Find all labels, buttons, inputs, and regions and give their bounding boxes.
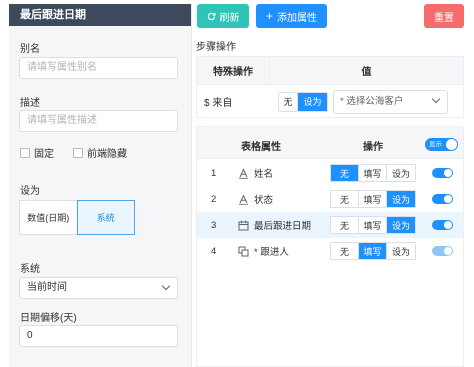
head-attr: 表格属性 [241,142,281,153]
op-group: 无 填写 设为 [330,242,416,260]
fixed-checkbox[interactable]: 固定 [20,145,54,160]
head-special: 特殊操作 [197,57,270,84]
refresh-icon [207,12,216,20]
refresh-label: 刷新 [219,12,240,24]
property-table-header: 表格属性 操作 显示 [197,127,463,159]
row-name: 状态 [254,195,274,206]
visibility-toggle[interactable] [432,220,453,230]
table-row: 1 姓名 无 填写 设为 [197,160,463,186]
row-name: 姓名 [254,169,274,180]
text-icon [237,193,249,205]
desc-label: 描述 [20,98,40,109]
from-set-button[interactable]: 设为 [298,92,327,111]
hide-checkbox[interactable]: 前端隐藏 [73,145,127,160]
fixed-checkbox-box[interactable] [20,147,30,158]
offset-label: 日期偏移(天) [20,313,77,324]
head-op: 操作 [363,142,383,153]
property-editor-panel: 最后跟进日期 别名 请填写属性别名 描述 请填写属性描述 固定 前端隐藏 设为 … [9,4,192,367]
table-row: 3 最后跟进日期 无 填写 设为 [197,212,463,238]
from-label: $ 来自 [204,98,233,109]
hide-checkbox-box[interactable] [73,147,83,158]
chevron-down-icon [161,281,171,291]
special-op-table: 特殊操作 值 $ 来自 无 设为 * 选择公海客户 [196,56,464,118]
offset-input[interactable]: 0 [19,325,178,347]
row-number: 4 [211,245,217,257]
op-set-button[interactable]: 设为 [387,191,415,207]
op-fill-button[interactable]: 填写 [359,243,387,259]
op-fill-button[interactable]: 填写 [359,191,387,207]
reset-button[interactable]: 重置 [424,4,464,28]
plus-icon: + [265,9,273,23]
op-set-button[interactable]: 设为 [387,243,415,259]
set-type-selector: 数值(日期) 系统 [19,200,135,235]
calendar-icon [237,219,249,231]
system-label: 系统 [20,264,40,275]
desc-input[interactable]: 请填写属性描述 [19,110,178,132]
from-toggle: 无 设为 [278,91,328,112]
steps-title: 步骤操作 [196,42,236,53]
visibility-toggle[interactable] [432,194,453,204]
op-none-button[interactable]: 无 [331,243,359,259]
op-fill-button[interactable]: 填写 [359,217,387,233]
row-name: 最后跟进日期 [254,221,312,232]
op-set-button[interactable]: 设为 [387,165,415,181]
special-op-header: 特殊操作 值 [197,57,463,85]
op-group: 无 填写 设为 [330,216,416,234]
alias-input[interactable]: 请填写属性别名 [19,57,178,79]
fixed-checkbox-label: 固定 [34,149,54,160]
copy-icon [237,245,249,257]
show-all-toggle[interactable]: 显示 [425,138,458,151]
show-all-label: 显示 [429,141,442,148]
set-option-system[interactable]: 系统 [76,200,135,235]
visibility-toggle[interactable] [432,246,453,256]
op-none-button[interactable]: 无 [331,217,359,233]
set-label: 设为 [20,186,40,197]
row-number: 1 [211,167,217,179]
refresh-button[interactable]: 刷新 [197,4,249,28]
table-row: 2 状态 无 填写 设为 [197,186,463,212]
alias-label: 别名 [20,44,40,55]
from-none-button[interactable]: 无 [279,92,298,111]
pool-customer-select-value: * 选择公海客户 [340,95,404,107]
add-property-label: 添加属性 [277,12,317,24]
op-fill-button[interactable]: 填写 [359,165,387,181]
op-group: 无 填写 设为 [330,164,416,182]
head-value: 值 [361,67,372,78]
special-op-row: $ 来自 无 设为 * 选择公海客户 [197,85,463,118]
visibility-toggle[interactable] [432,168,453,178]
chevron-down-icon [431,94,441,103]
op-group: 无 填写 设为 [330,190,416,208]
table-row: 4 * 跟进人 无 填写 设为 [197,238,463,264]
op-none-button[interactable]: 无 [331,165,359,181]
row-number: 2 [211,193,217,205]
property-table: 表格属性 操作 显示 1 姓名 无 填写 设为 2 状态 无 填写 设为 3 最… [196,126,464,367]
op-set-button[interactable]: 设为 [387,217,415,233]
row-name: * 跟进人 [254,247,289,258]
op-none-button[interactable]: 无 [331,191,359,207]
row-number: 3 [211,219,217,231]
system-select-value: 当前时间 [27,282,67,293]
pool-customer-select[interactable]: * 选择公海客户 [333,89,448,114]
panel-title: 最后跟进日期 [9,4,191,26]
hide-checkbox-label: 前端隐藏 [87,149,127,160]
text-icon [237,167,249,179]
set-option-number-date[interactable]: 数值(日期) [20,201,77,234]
add-property-button[interactable]: + 添加属性 [256,4,327,28]
system-select[interactable]: 当前时间 [19,277,178,299]
